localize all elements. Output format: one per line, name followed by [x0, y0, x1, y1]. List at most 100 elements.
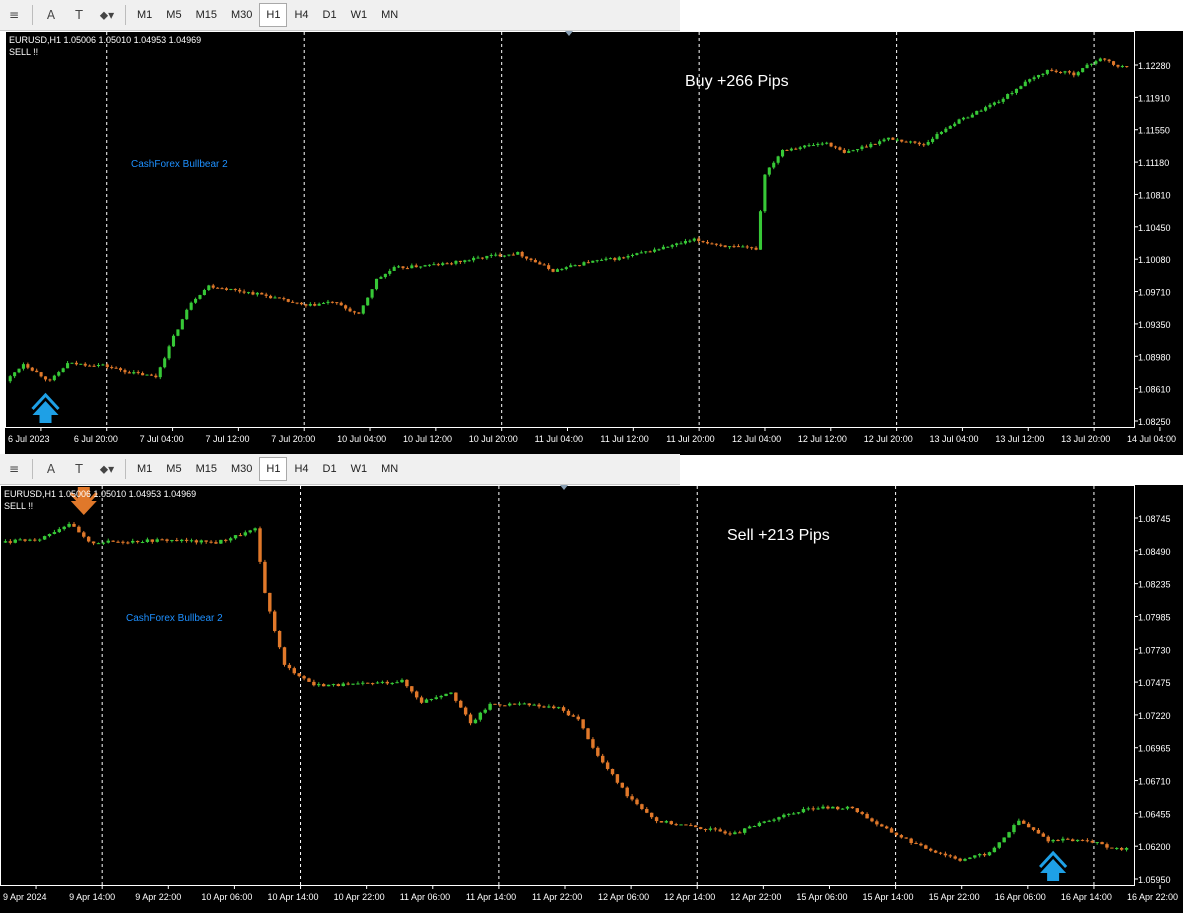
objects-dropdown-icon[interactable]: ⬥▾	[96, 4, 118, 26]
shift-marker-icon[interactable]	[565, 31, 573, 36]
candle-body	[648, 251, 652, 253]
candle-body	[520, 252, 524, 257]
candle-body	[1085, 64, 1089, 69]
candle-body	[282, 298, 286, 300]
candle-body	[441, 263, 445, 266]
timeframe-m5-button[interactable]: M5	[159, 3, 188, 27]
candle-body	[1063, 71, 1067, 73]
timeframe-m1-button[interactable]: M1	[130, 457, 159, 481]
objects-dropdown-icon[interactable]: ⬥▾	[96, 458, 118, 480]
timeframe-w1-button[interactable]: W1	[344, 3, 375, 27]
candle-body	[1041, 833, 1046, 837]
candle-body	[1067, 71, 1071, 73]
text-label-icon[interactable]: T	[68, 458, 90, 480]
timeframe-mn-button[interactable]: MN	[374, 3, 405, 27]
candle-body	[82, 532, 86, 537]
candle-body	[321, 684, 326, 687]
candle-body	[380, 681, 385, 683]
candle-body	[507, 703, 512, 706]
timeframe-w1-button[interactable]: W1	[344, 457, 375, 481]
candle-body	[101, 364, 105, 366]
candle-body	[529, 258, 533, 260]
candle-body	[560, 269, 564, 271]
candle-body	[72, 523, 76, 527]
candle-body	[366, 682, 370, 684]
candle-body	[741, 246, 745, 248]
candle-body	[622, 257, 626, 259]
candle-body	[1089, 63, 1094, 65]
timeframe-mn-button[interactable]: MN	[374, 457, 405, 481]
candle-body	[919, 843, 923, 846]
shift-marker-icon[interactable]	[560, 485, 568, 490]
time-label: 15 Apr 14:00	[863, 892, 914, 902]
crosshair-lines-icon[interactable]: ≡	[3, 458, 25, 480]
candle-body	[816, 143, 820, 146]
candle-body	[953, 856, 957, 859]
candle-body	[243, 532, 248, 536]
candle-body	[517, 703, 522, 705]
candle-body	[659, 821, 664, 823]
candle-body	[392, 267, 396, 271]
candle-body	[468, 714, 473, 724]
timeframe-h4-button[interactable]: H4	[287, 457, 315, 481]
candle-body	[833, 146, 838, 148]
timeframe-m30-button[interactable]: M30	[224, 3, 259, 27]
result-pips-label: Buy +266 Pips	[685, 73, 789, 90]
candle-body	[405, 268, 409, 270]
candle-body	[66, 363, 70, 369]
candle-body	[1066, 838, 1070, 840]
candle-body	[483, 709, 487, 713]
candle-body	[189, 540, 194, 542]
timeframe-d1-button[interactable]: D1	[316, 3, 344, 27]
candle-body	[101, 542, 106, 544]
candle-body	[577, 265, 582, 267]
text-label-icon[interactable]: T	[68, 4, 90, 26]
text-a-icon[interactable]: A	[40, 4, 62, 26]
candle-body	[388, 270, 392, 274]
candle-body	[494, 254, 498, 256]
candle-body	[679, 243, 683, 245]
candle-body	[458, 260, 462, 262]
timeframe-m1-button[interactable]: M1	[130, 3, 159, 27]
candle-body	[542, 706, 546, 708]
crosshair-lines-icon[interactable]: ≡	[3, 4, 25, 26]
timeframe-m15-button[interactable]: M15	[189, 457, 224, 481]
timeframe-m30-button[interactable]: M30	[224, 457, 259, 481]
candle-body	[463, 260, 467, 262]
candle-body	[1050, 69, 1054, 71]
candle-body	[322, 302, 326, 304]
candle-body	[882, 139, 886, 142]
candle-body	[400, 679, 404, 683]
candle-body	[1045, 69, 1049, 74]
toolbar-separator	[32, 5, 33, 25]
candle-body	[370, 683, 375, 685]
candle-body	[728, 833, 732, 835]
timeframe-m15-button[interactable]: M15	[189, 3, 224, 27]
price-chart[interactable]: 1.08745 1.08490 1.08235 1.07985 1.07730 1.074…	[0, 485, 1183, 913]
candle-body	[132, 372, 136, 374]
candle-body	[842, 149, 846, 153]
candle-body	[719, 244, 723, 246]
price-chart[interactable]: 1.12280 1.11910 1.11550 1.11180 1.10810 1.104…	[5, 31, 1183, 455]
price-label: 1.11910	[1138, 93, 1170, 103]
candle-body	[1014, 88, 1019, 93]
candle-body	[401, 266, 405, 269]
timeframe-m5-button[interactable]: M5	[159, 457, 188, 481]
chart-svg: 1.12280 1.11910 1.11550 1.11180 1.10810 1.104…	[5, 31, 1176, 444]
buy-arrow-icon	[31, 392, 60, 423]
timeframe-h1-button[interactable]: H1	[259, 3, 288, 27]
candle-body	[992, 102, 996, 105]
timeframe-h4-button[interactable]: H4	[287, 3, 315, 27]
candle-body	[838, 147, 842, 150]
candle-body	[480, 257, 484, 259]
candle-body	[273, 297, 277, 299]
candle-body	[708, 828, 713, 830]
text-a-icon[interactable]: A	[40, 458, 62, 480]
candle-body	[330, 301, 334, 303]
candle-body	[269, 295, 273, 299]
candle-body	[610, 768, 615, 775]
timeframe-h1-button[interactable]: H1	[259, 457, 288, 481]
candle-body	[253, 528, 257, 531]
candle-body	[489, 254, 493, 256]
timeframe-d1-button[interactable]: D1	[316, 457, 344, 481]
